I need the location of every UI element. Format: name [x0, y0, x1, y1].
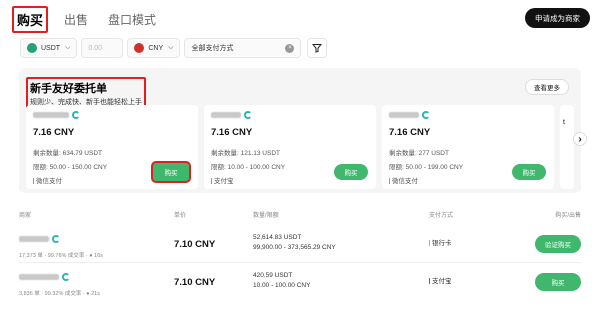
row-payment-method: 支付宝: [429, 275, 452, 285]
usdt-icon: [27, 43, 37, 53]
blurred-name: [19, 236, 49, 242]
cny-icon: [134, 43, 145, 53]
row-price: 7.10 CNY: [174, 277, 216, 288]
chevron-right-icon[interactable]: ›: [573, 132, 587, 146]
crypto-select-value: USDT: [41, 44, 61, 52]
clear-icon[interactable]: ×: [285, 43, 295, 53]
verified-icon: [72, 111, 80, 119]
amount-input[interactable]: 0.00: [81, 38, 124, 58]
partial-card-text: t: [563, 119, 565, 126]
payment-method-value: 全部支付方式: [191, 45, 234, 52]
column-header-price: 单价: [174, 213, 187, 219]
funnel-icon: [312, 44, 323, 53]
tab-buy[interactable]: 购买: [12, 5, 49, 33]
offer-card-partial[interactable]: t: [560, 105, 574, 189]
apply-merchant-button[interactable]: 申请成为商家: [525, 8, 590, 28]
buy-button[interactable]: 购买: [535, 273, 581, 291]
offer-price: 7.16 CNY: [211, 127, 253, 138]
verified-icon: [244, 111, 252, 119]
bank-card-marker-icon: [429, 240, 430, 247]
row-price: 7.10 CNY: [174, 239, 216, 250]
column-header-qty-limit: 数量/限额: [253, 213, 279, 219]
merchant-name: [33, 111, 191, 119]
merchant-name: [389, 111, 547, 119]
blurred-name: [33, 112, 69, 118]
p2p-trading-page: 购买 出售 盘口模式 申请成为商家 USDT ⌵ 0.00 CNY ⌵ 全部支付…: [0, 0, 600, 323]
offer-card[interactable]: 7.16 CNY 剩余数量: 121.13 USDT 限额: 10.00 - 1…: [204, 105, 376, 189]
verify-buy-button[interactable]: 验证购买: [535, 235, 581, 253]
merchant-stats: 17,373 单 · 99.76% 成交率 · ● 16s: [19, 253, 104, 259]
row-limit: 99,900.00 - 373,565.29 CNY: [253, 244, 336, 251]
buy-button[interactable]: 购买: [153, 163, 189, 181]
verified-icon: [52, 235, 60, 243]
offer-card[interactable]: 7.16 CNY 剩余数量: 277 USDT 限额: 50.00 - 199.…: [382, 105, 554, 189]
row-limit: 10.00 - 100.00 CNY: [253, 282, 311, 289]
table-row: 17,373 单 · 99.76% 成交率 · ● 16s 7.10 CNY 5…: [19, 228, 581, 266]
offer-remaining: 剩余数量: 277 USDT: [389, 150, 449, 157]
merchant-stats: 3,836 单 · 99.32% 成交率 · ● 21s: [19, 291, 100, 297]
view-more-button[interactable]: 查看更多: [525, 79, 569, 95]
row-quantity: 420.59 USDT: [253, 272, 293, 279]
row-qty-limit: 52,614.83 USDT 99,900.00 - 373,565.29 CN…: [253, 233, 336, 253]
payment-marker-icon: [33, 178, 34, 185]
offer-price: 7.16 CNY: [389, 127, 431, 138]
chevron-down-icon: ⌵: [65, 44, 71, 51]
merchant-name[interactable]: [19, 273, 70, 281]
column-header-action: 购买/出售: [555, 213, 581, 219]
trade-tabs: 购买 出售 盘口模式: [12, 5, 172, 33]
offer-remaining: 剩余数量: 634.79 USDT: [33, 150, 102, 157]
column-header-merchant: 商家: [19, 213, 32, 219]
tab-orderbook-mode[interactable]: 盘口模式: [104, 8, 160, 31]
row-payment-method: 银行卡: [429, 237, 452, 247]
new-user-section: 新手友好委托单 规则少、完成快、新手也能轻松上手 查看更多 7.16 CNY 剩…: [19, 68, 587, 193]
table-header: 商家 单价 数量/限额 支付方式 购买/出售: [19, 210, 581, 220]
payment-marker-icon: [389, 178, 390, 185]
merchant-name[interactable]: [19, 235, 60, 243]
payment-marker-icon: [211, 178, 212, 185]
fiat-select-value: CNY: [148, 44, 164, 52]
buy-button[interactable]: 购买: [334, 164, 368, 180]
verified-icon: [62, 273, 70, 281]
row-divider: [19, 262, 581, 263]
buy-button[interactable]: 购买: [512, 164, 546, 180]
filter-button[interactable]: [307, 38, 328, 58]
table-row: 3,836 单 · 99.32% 成交率 · ● 21s 7.10 CNY 42…: [19, 266, 581, 304]
filter-bar: USDT ⌵ 0.00 CNY ⌵ 全部支付方式 ×: [20, 38, 328, 58]
offer-remaining: 剩余数量: 121.13 USDT: [211, 150, 280, 157]
crypto-select[interactable]: USDT ⌵: [20, 38, 78, 58]
offer-card[interactable]: 7.16 CNY 剩余数量: 634.79 USDT 限额: 50.00 - 1…: [26, 105, 198, 189]
chevron-down-icon: ⌵: [168, 44, 174, 51]
payment-method-select[interactable]: 全部支付方式 ×: [184, 38, 302, 58]
row-qty-limit: 420.59 USDT 10.00 - 100.00 CNY: [253, 271, 310, 291]
tab-sell[interactable]: 出售: [60, 8, 92, 31]
alipay-marker-icon: [429, 278, 430, 285]
merchant-name: [211, 111, 369, 119]
new-user-cards: 7.16 CNY 剩余数量: 634.79 USDT 限额: 50.00 - 1…: [26, 105, 574, 189]
blurred-name: [19, 274, 59, 280]
new-user-title: 新手友好委托单: [30, 83, 107, 95]
offer-price: 7.16 CNY: [33, 127, 75, 138]
row-quantity: 52,614.83 USDT: [253, 234, 302, 241]
verified-icon: [422, 111, 430, 119]
blurred-name: [211, 112, 241, 118]
fiat-select[interactable]: CNY ⌵: [127, 38, 181, 58]
column-header-payment: 支付方式: [429, 213, 454, 219]
blurred-name: [389, 112, 419, 118]
